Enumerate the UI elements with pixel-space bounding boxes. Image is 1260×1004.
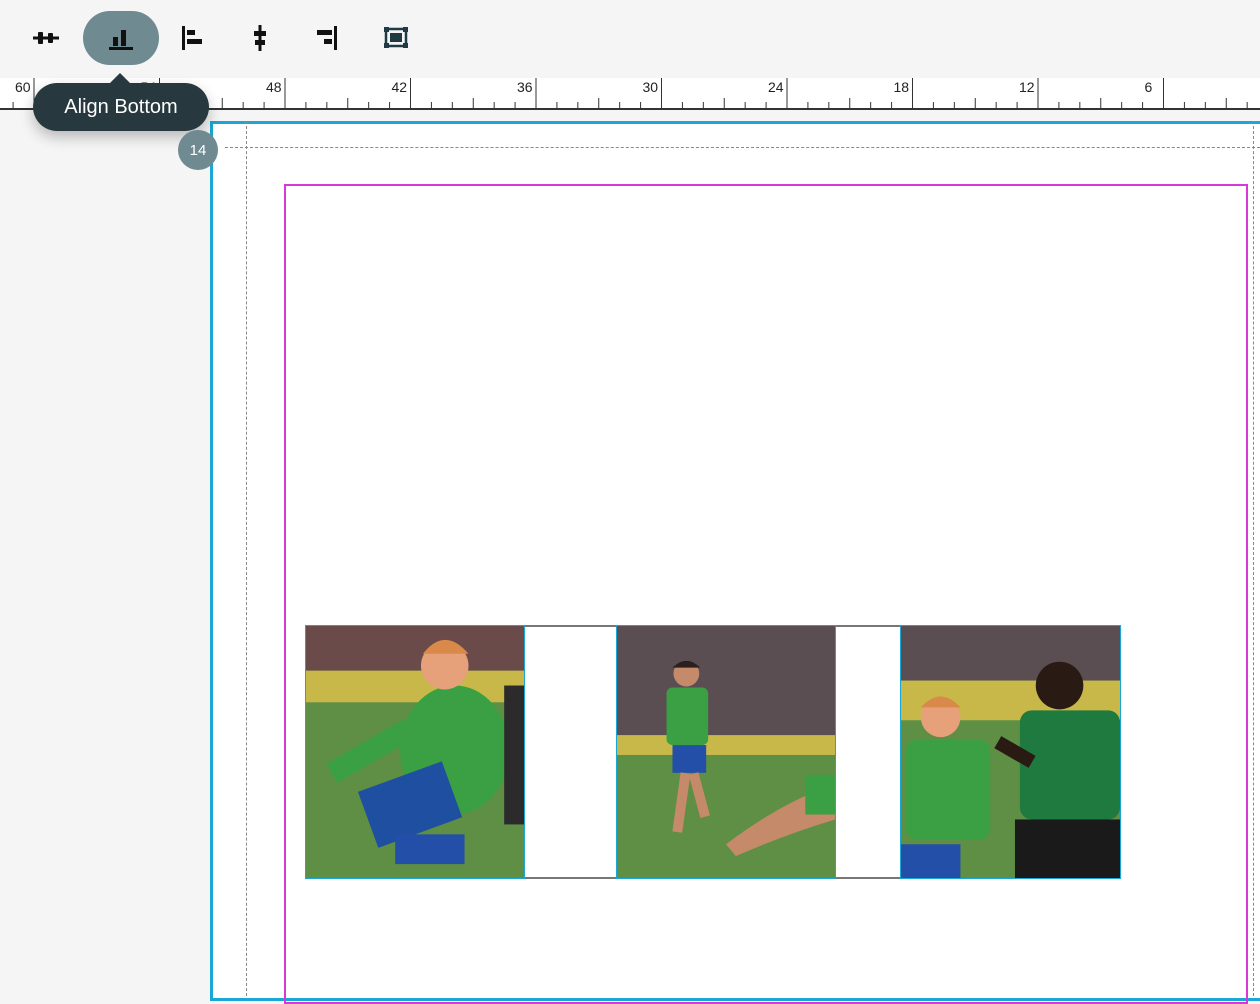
ruler-label: 48 (266, 79, 282, 95)
ruler-label: 18 (893, 79, 910, 95)
page-number-badge: 14 (178, 130, 218, 170)
frame-fit-icon (384, 27, 408, 48)
photo-player-2[interactable] (616, 625, 836, 879)
ruler-label: 42 (391, 79, 408, 95)
bleed-guide-right (1253, 121, 1254, 996)
soccer-photo-icon (901, 626, 1120, 878)
soccer-photo-icon (306, 626, 524, 878)
align-bottom-button[interactable] (83, 11, 159, 65)
distribute-horizontal-button[interactable] (8, 11, 84, 65)
align-bottom-icon (109, 30, 133, 50)
align-right-icon (317, 26, 337, 50)
alignment-toolbar (0, 0, 1260, 78)
distribute-horizontal-icon (33, 32, 59, 44)
fit-to-page-button[interactable] (358, 11, 434, 65)
ruler-label: 12 (1019, 79, 1035, 95)
bleed-guide-top (225, 147, 1260, 148)
ruler-label: 24 (768, 79, 784, 95)
ruler-label: 30 (642, 79, 659, 95)
align-center-button[interactable] (222, 11, 298, 65)
ruler-label: 6 (1144, 79, 1153, 95)
align-left-icon (182, 26, 202, 50)
tooltip-align-bottom: Align Bottom (33, 73, 209, 131)
photo-player-3[interactable] (900, 625, 1121, 879)
align-right-button[interactable] (288, 11, 364, 65)
photo-player-1[interactable] (305, 625, 525, 879)
soccer-photo-icon (617, 626, 835, 878)
ruler-label: 36 (517, 79, 533, 95)
pasteboard-area (0, 110, 210, 996)
bleed-guide-left (246, 121, 247, 996)
margin-guide (284, 184, 1248, 1004)
ruler-label: 60 (15, 79, 31, 95)
align-center-vertical-icon (254, 25, 266, 51)
align-left-button[interactable] (155, 11, 231, 65)
